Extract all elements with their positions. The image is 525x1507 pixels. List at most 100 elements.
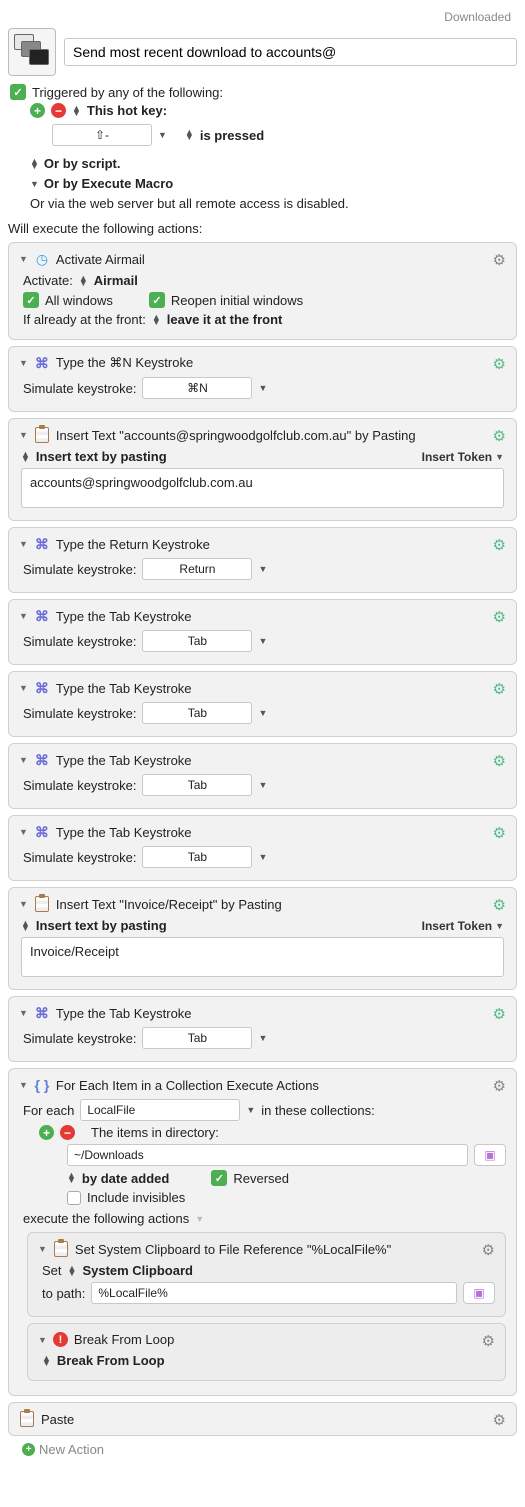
choose-folder-button[interactable]: ▣	[463, 1282, 495, 1304]
gear-icon[interactable]: ⚙	[493, 752, 506, 770]
remove-collection-button[interactable]: −	[60, 1125, 75, 1140]
choose-folder-button[interactable]: ▣	[474, 1144, 506, 1166]
gear-icon[interactable]: ⚙	[493, 1077, 506, 1095]
keystroke-field[interactable]: Tab	[142, 630, 252, 652]
gear-icon[interactable]: ⚙	[493, 355, 506, 373]
disclosure-icon[interactable]: ▼	[19, 254, 28, 264]
action-type-tab[interactable]: ⚙ ▼ ⌘ Type the Tab Keystroke Simulate ke…	[8, 743, 517, 809]
gear-icon[interactable]: ⚙	[482, 1332, 495, 1350]
chevron-down-icon[interactable]: ▼	[258, 564, 267, 574]
or-web-label: Or via the web server but all remote acc…	[30, 196, 517, 211]
chevron-down-icon[interactable]: ▼	[258, 1033, 267, 1043]
disclosure-icon[interactable]: ▼	[19, 430, 28, 440]
action-title: Type the Tab Keystroke	[56, 1006, 192, 1021]
trigger-stepper-icon[interactable]	[72, 106, 81, 116]
action-activate-airmail[interactable]: ⚙ ▼ ◷ Activate Airmail Activate: Airmail…	[8, 242, 517, 340]
chevron-down-icon[interactable]: ▼	[195, 1214, 204, 1224]
sort-stepper[interactable]	[67, 1173, 76, 1183]
insert-token-button[interactable]: Insert Token ▼	[422, 450, 504, 464]
disclosure-icon[interactable]: ▼	[19, 899, 28, 909]
insert-mode-stepper[interactable]	[21, 921, 30, 931]
keystroke-field[interactable]: Tab	[142, 846, 252, 868]
chevron-down-icon[interactable]: ▼	[246, 1105, 255, 1115]
chevron-down-icon[interactable]: ▼	[258, 780, 267, 790]
hotkey-field[interactable]: ⇧-	[52, 124, 152, 146]
action-type-tab[interactable]: ⚙ ▼ ⌘ Type the Tab Keystroke Simulate ke…	[8, 996, 517, 1062]
disclosure-icon[interactable]: ▼	[19, 1008, 28, 1018]
disclosure-icon[interactable]: ▼	[19, 611, 28, 621]
disclosure-icon[interactable]: ▼	[38, 1335, 47, 1345]
gear-icon[interactable]: ⚙	[493, 824, 506, 842]
stepper-icon[interactable]	[30, 159, 39, 169]
action-for-each[interactable]: ⚙ ▼ { } For Each Item in a Collection Ex…	[8, 1068, 517, 1396]
action-paste[interactable]: ⚙ Paste	[8, 1402, 517, 1436]
hotkey-mode-stepper[interactable]	[185, 130, 194, 140]
gear-icon[interactable]: ⚙	[482, 1241, 495, 1259]
insert-token-button[interactable]: Insert Token ▼	[422, 919, 504, 933]
chevron-down-icon[interactable]: ▼	[158, 130, 167, 140]
keystroke-field[interactable]: Tab	[142, 1027, 252, 1049]
keystroke-field[interactable]: ⌘N	[142, 377, 252, 399]
sort-label: by date added	[82, 1171, 169, 1186]
chevron-down-icon[interactable]: ▼	[258, 708, 267, 718]
chevron-down-icon[interactable]: ▼	[258, 383, 267, 393]
action-insert-text-accounts[interactable]: ⚙ ▼ Insert Text "accounts@springwoodgolf…	[8, 418, 517, 521]
path-field[interactable]: %LocalFile%	[91, 1282, 457, 1304]
action-insert-text-invoice[interactable]: ⚙ ▼ Insert Text "Invoice/Receipt" by Pas…	[8, 887, 517, 990]
reopen-label: Reopen initial windows	[171, 293, 303, 308]
disclosure-icon[interactable]: ▼	[19, 358, 28, 368]
action-set-clipboard[interactable]: ⚙ ▼ Set System Clipboard to File Referen…	[27, 1232, 506, 1317]
gear-icon[interactable]: ⚙	[493, 536, 506, 554]
action-type-tab[interactable]: ⚙ ▼ ⌘ Type the Tab Keystroke Simulate ke…	[8, 599, 517, 665]
disclosure-icon[interactable]: ▼	[19, 539, 28, 549]
action-type-tab[interactable]: ⚙ ▼ ⌘ Type the Tab Keystroke Simulate ke…	[8, 671, 517, 737]
front-stepper[interactable]	[152, 315, 161, 325]
new-action-button[interactable]: + New Action	[22, 1442, 517, 1457]
macro-title-input[interactable]	[64, 38, 517, 66]
check-icon[interactable]: ✓	[149, 292, 165, 308]
chevron-down-icon[interactable]: ▼	[258, 852, 267, 862]
action-type-return[interactable]: ⚙ ▼ ⌘ Type the Return Keystroke Simulate…	[8, 527, 517, 593]
disclosure-icon[interactable]: ▼	[19, 683, 28, 693]
insert-mode-stepper[interactable]	[21, 452, 30, 462]
chevron-down-icon: ▼	[495, 452, 504, 462]
keystroke-field[interactable]: Tab	[142, 774, 252, 796]
check-icon[interactable]: ✓	[211, 1170, 227, 1186]
gear-icon[interactable]: ⚙	[493, 896, 506, 914]
action-type-tab[interactable]: ⚙ ▼ ⌘ Type the Tab Keystroke Simulate ke…	[8, 815, 517, 881]
check-icon: ✓	[10, 84, 26, 100]
gear-icon[interactable]: ⚙	[493, 680, 506, 698]
chevron-down-icon[interactable]: ▼	[258, 636, 267, 646]
keystroke-field[interactable]: Tab	[142, 702, 252, 724]
action-break-loop[interactable]: ⚙ ▼ ! Break From Loop Break From Loop	[27, 1323, 506, 1381]
add-trigger-button[interactable]: +	[30, 103, 45, 118]
gear-icon[interactable]: ⚙	[493, 251, 506, 269]
gear-icon[interactable]: ⚙	[493, 1005, 506, 1023]
disclosure-icon[interactable]: ▼	[38, 1244, 47, 1254]
clipboard-stepper[interactable]	[68, 1266, 77, 1276]
insert-text-field[interactable]: accounts@springwoodgolfclub.com.au	[21, 468, 504, 508]
disclosure-icon[interactable]: ▼	[19, 827, 28, 837]
variable-field[interactable]: LocalFile	[80, 1099, 240, 1121]
gear-icon[interactable]: ⚙	[493, 1411, 506, 1429]
exec-actions-label: execute the following actions	[23, 1211, 189, 1226]
directory-field[interactable]: ~/Downloads	[67, 1144, 468, 1166]
remove-trigger-button[interactable]: −	[51, 103, 66, 118]
trigger-heading-label: Triggered by any of the following:	[32, 85, 223, 100]
break-stepper[interactable]	[42, 1356, 51, 1366]
insert-text-field[interactable]: Invoice/Receipt	[21, 937, 504, 977]
gear-icon[interactable]: ⚙	[493, 427, 506, 445]
action-type-cmd-n[interactable]: ⚙ ▼ ⌘ Type the ⌘N Keystroke Simulate key…	[8, 346, 517, 412]
include-invisibles-checkbox[interactable]	[67, 1191, 81, 1205]
gear-icon[interactable]: ⚙	[493, 608, 506, 626]
braces-icon: { }	[34, 1077, 50, 1093]
keystroke-icon: ⌘	[34, 608, 50, 624]
chevron-down-icon[interactable]: ▼	[30, 179, 39, 189]
disclosure-icon[interactable]: ▼	[19, 755, 28, 765]
action-title: Type the Tab Keystroke	[56, 681, 192, 696]
app-stepper[interactable]	[79, 276, 88, 286]
check-icon[interactable]: ✓	[23, 292, 39, 308]
add-collection-button[interactable]: +	[39, 1125, 54, 1140]
keystroke-field[interactable]: Return	[142, 558, 252, 580]
disclosure-icon[interactable]: ▼	[19, 1080, 28, 1090]
